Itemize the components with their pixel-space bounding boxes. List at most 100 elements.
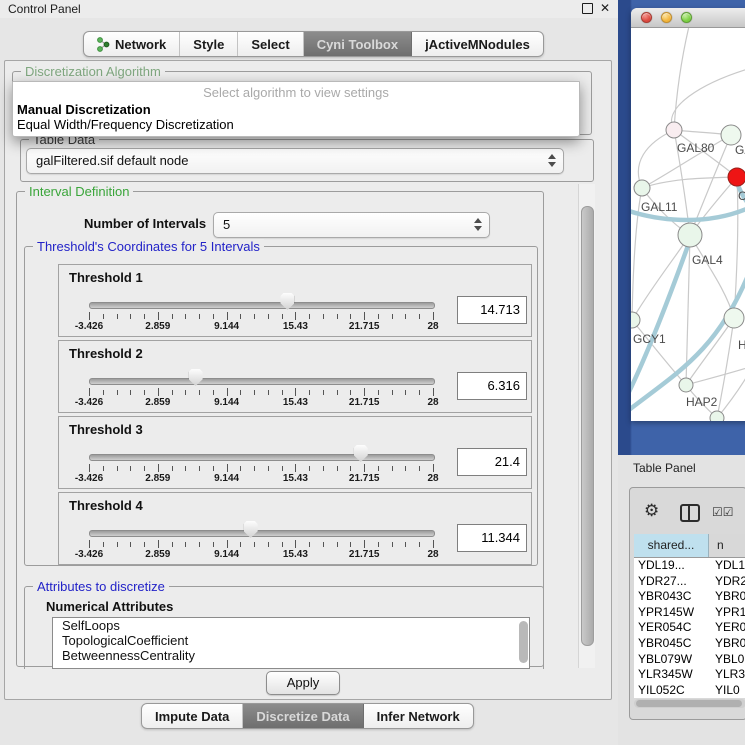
tab-style[interactable]: Style [180,32,238,56]
column-header-shared[interactable]: shared... [634,534,709,557]
close-traffic-light-icon[interactable] [641,12,652,23]
table-data-combobox[interactable]: galFiltered.sif default node [26,148,564,174]
threshold-3-panel: Threshold 3 -3.4262.8599.14415.4321.7152… [58,416,532,489]
table-cell: YBL0 [709,652,745,668]
algorithm-dropdown-popup: Select algorithm to view settings Manual… [12,81,580,137]
panel-scrollbar[interactable] [578,184,595,668]
tick-label: 21.715 [349,549,380,560]
network-canvas[interactable]: GAL80GACGAL11GAL4GCY1HHAP2 [631,28,745,421]
network-edge[interactable] [672,68,745,130]
table-row[interactable]: YPR145WYPR1 [634,605,745,621]
popup-option-equal-width[interactable]: Equal Width/Frequency Discretization [13,117,579,132]
network-icon [97,37,110,52]
table-hscrollbar[interactable] [634,699,745,708]
network-node[interactable] [678,223,702,247]
panel-scrollbar-thumb[interactable] [581,206,594,646]
tab-cyni-toolbox[interactable]: Cyni Toolbox [304,32,412,56]
network-node[interactable] [721,125,741,145]
attribute-list-item[interactable]: BetweennessCentrality [53,648,529,663]
threshold-3-value-field[interactable]: 21.4 [457,448,527,476]
network-node[interactable] [679,378,693,392]
tick-mark [199,542,200,547]
network-edge[interactable] [690,235,734,318]
threshold-1-value-field[interactable]: 14.713 [457,296,527,324]
list-scrollbar[interactable] [519,621,528,663]
table-hscrollbar-thumb[interactable] [636,700,742,707]
panel-title: Control Panel [8,2,81,16]
threshold-1-panel: Threshold 1 -3.4262.8599.14415.4321.7152… [58,264,532,337]
column-view-icon[interactable] [680,504,700,522]
table-row[interactable]: YDR27...YDR2 [634,574,745,590]
network-node[interactable] [728,168,745,186]
tick-label: 9.144 [214,473,239,484]
network-edge[interactable] [674,28,691,130]
tab-network[interactable]: Network [84,32,180,56]
attribute-list-item[interactable]: SelfLoops [53,618,529,633]
threshold-4-value-field[interactable]: 11.344 [457,524,527,552]
tick-mark [323,542,324,547]
tick-mark [103,466,104,471]
table-row[interactable]: YER054CYER0 [634,620,745,636]
table-row[interactable]: YLR345WYLR3 [634,667,745,683]
network-edge[interactable] [717,318,734,418]
gear-icon[interactable]: ⚙ [644,502,659,519]
threshold-3-slider-track[interactable] [89,454,435,461]
tick-mark [199,390,200,395]
popup-option-manual[interactable]: Manual Discretization [13,102,579,117]
network-node[interactable] [710,411,724,421]
tab-discretize-data[interactable]: Discretize Data [243,704,363,728]
tick-mark [309,542,310,547]
float-window-icon[interactable] [582,3,593,14]
threshold-1-slider-track[interactable] [89,302,435,309]
close-icon[interactable]: ✕ [600,2,610,14]
table-row[interactable]: YBL079WYBL0 [634,652,745,668]
network-node-label: GA [735,143,745,157]
tick-mark [89,388,90,396]
tick-label: -3.426 [75,473,103,484]
threshold-2-label: Threshold 2 [69,346,143,361]
table-cell: YDL1 [709,558,745,574]
checkbox-columns-icon[interactable]: ☑☑ [712,505,734,519]
network-edge[interactable] [686,318,734,385]
tick-mark [419,466,420,471]
column-header-name[interactable]: n [709,534,745,557]
table-row[interactable]: YDL19...YDL1 [634,558,745,574]
minimize-traffic-light-icon[interactable] [661,12,672,23]
popup-placeholder: Select algorithm to view settings [13,82,579,102]
network-edge[interactable] [632,320,686,385]
tick-label: -3.426 [75,549,103,560]
tick-mark [89,540,90,548]
tick-label: 15.43 [283,321,308,332]
network-edge[interactable] [642,177,737,188]
network-node[interactable] [631,312,640,328]
tab-jactivemnodules[interactable]: jActiveMNodules [412,32,543,56]
network-edge[interactable] [717,366,745,418]
numerical-attributes-list[interactable]: SelfLoopsTopologicalCoefficientBetweenne… [52,617,530,669]
tab-select[interactable]: Select [238,32,303,56]
apply-button[interactable]: Apply [266,671,340,695]
number-of-intervals-combobox[interactable]: 5 [213,212,490,238]
network-window-titlebar[interactable] [631,8,745,28]
tab-impute-data[interactable]: Impute Data [142,704,243,728]
network-node[interactable] [724,308,744,328]
table-row[interactable]: YIL052CYIL0 [634,683,745,698]
network-node-label: GAL11 [641,200,678,214]
table-cell: YPR1 [709,605,745,621]
threshold-2-slider-track[interactable] [89,378,435,385]
network-edge[interactable] [686,366,745,385]
tick-label: 2.859 [145,321,170,332]
tick-mark [117,314,118,319]
table-row[interactable]: YBR043CYBR0 [634,589,745,605]
attribute-list-item[interactable]: TopologicalCoefficient [53,633,529,648]
tick-mark [172,314,173,319]
network-node[interactable] [634,180,650,196]
threshold-2-value-field[interactable]: 6.316 [457,372,527,400]
threshold-4-slider-track[interactable] [89,530,435,537]
table-panel-window: ⚙ ☑☑ shared... n YDL19...YDL1YDR27...YDR… [629,487,745,720]
network-edge[interactable] [632,235,690,320]
table-row[interactable]: YBR045CYBR0 [634,636,745,652]
zoom-traffic-light-icon[interactable] [681,12,692,23]
network-node[interactable] [666,122,682,138]
tab-infer-network[interactable]: Infer Network [364,704,473,728]
tick-mark [199,466,200,471]
